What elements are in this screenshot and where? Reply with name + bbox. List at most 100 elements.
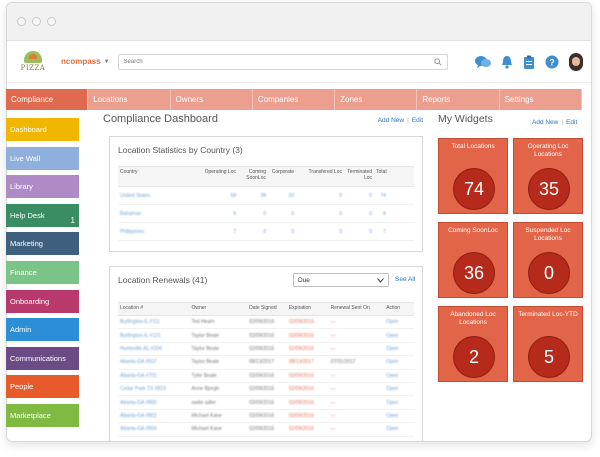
table-cell: 02/09/2016: [288, 386, 314, 393]
table-cell: Anne Bjorgh: [191, 386, 220, 393]
table-cell[interactable]: Atlanta-GA #800: [118, 398, 190, 408]
table-cell: —: [330, 332, 336, 339]
sidebar-item-admin[interactable]: Admin: [6, 318, 79, 342]
widgets-actions: Add New | Edit: [532, 119, 577, 126]
add-new-link[interactable]: Add New: [378, 117, 404, 124]
open-link[interactable]: Open: [384, 384, 414, 394]
tab-compliance[interactable]: Compliance: [6, 89, 89, 110]
chat-icon[interactable]: [475, 55, 491, 69]
table-cell[interactable]: Atlanta-GA #701: [118, 371, 190, 381]
open-link[interactable]: Open: [384, 398, 414, 408]
help-icon[interactable]: ?: [545, 55, 559, 69]
table-cell[interactable]: Atlanta-GA #804: [118, 424, 190, 434]
open-link[interactable]: Open: [384, 331, 414, 341]
tab-locations[interactable]: Locations: [88, 89, 171, 110]
window-minimize-dot[interactable]: [32, 17, 41, 26]
column-header: Coming SoonLoc: [246, 169, 266, 181]
sidebar-item-library[interactable]: Library: [6, 175, 79, 199]
table-cell[interactable]: Bahamas: [118, 209, 198, 219]
pizza-logo[interactable]: PIZZA: [17, 47, 49, 77]
search-input[interactable]: [123, 58, 434, 65]
location-stats-card: Location Statistics by Country (3) Count…: [109, 136, 423, 252]
widget-tile-terminated-loc-ytd[interactable]: Terminated Loc-YTD 5: [513, 306, 583, 382]
widget-tile-operating-loc-locations[interactable]: Operating Loc Locations 35: [513, 138, 583, 214]
clipboard-icon[interactable]: [523, 55, 535, 69]
column-header: Terminated Loc: [347, 169, 372, 181]
table-cell: 02/09/2016: [249, 412, 275, 419]
table-cell[interactable]: Burlington-IL #111: [118, 317, 190, 327]
tab-owners[interactable]: Owners: [170, 89, 253, 110]
table-cell[interactable]: Huntsville-AL #204: [118, 344, 190, 354]
sidebar-item-communications[interactable]: Communications: [6, 346, 79, 370]
table-cell: —: [330, 412, 336, 419]
column-header: Transfered Loc: [308, 169, 342, 175]
sidebar-item-people[interactable]: People: [6, 375, 79, 399]
sidebar-item-marketing[interactable]: Marketing: [6, 232, 79, 256]
column-header: Operating Loc: [204, 169, 236, 175]
open-link[interactable]: Open: [384, 424, 414, 434]
sidebar-item-onboarding[interactable]: Onboarding: [6, 289, 79, 313]
see-all-link[interactable]: See All: [395, 276, 415, 283]
widget-count: 5: [528, 336, 570, 378]
open-link[interactable]: Open: [384, 411, 414, 421]
location-renewals-title: Location Renewals (41): [118, 275, 208, 285]
open-link[interactable]: Open: [384, 344, 414, 354]
widget-label: Suspended Loc Locations: [525, 227, 571, 242]
my-widgets: My Widgets Add New | Edit Total Locations 7…: [438, 113, 584, 382]
table-cell[interactable]: Cedar Park-TX #810: [118, 384, 190, 394]
widgets-add-new-link[interactable]: Add New: [532, 119, 558, 126]
table-cell: 02/09/2016: [288, 412, 314, 419]
location-renewals-table: Location # Owner Date Signed Expiration Rene…: [118, 302, 414, 437]
table-cell: 0: [369, 228, 372, 235]
table-cell[interactable]: Burlington-IL #121: [118, 331, 190, 341]
logo-mark-icon: [24, 51, 42, 63]
chevron-down-icon: [377, 277, 384, 283]
table-cell[interactable]: United States: [118, 191, 198, 201]
sidebar-item-dashboard[interactable]: Dashboard: [6, 118, 79, 141]
tab-reports[interactable]: Reports: [417, 89, 500, 110]
sidebar-item-live-wall[interactable]: Live Wall: [6, 146, 79, 170]
widget-tile-abandoned-loc-locations[interactable]: Abandoned Loc Locations 2: [438, 306, 508, 382]
table-cell[interactable]: Atlanta-GA #507: [118, 357, 190, 367]
search-icon[interactable]: [433, 57, 442, 66]
widget-tile-coming-soonloc[interactable]: Coming SoonLoc 36: [438, 222, 508, 298]
widget-count: 0: [528, 252, 570, 294]
window-close-dot[interactable]: [17, 17, 26, 26]
logo-text: PIZZA: [20, 64, 46, 72]
table-cell[interactable]: Atlanta-GA #802: [118, 411, 190, 421]
widget-tile-suspended-loc-locations[interactable]: Suspended Loc Locations 0: [513, 222, 583, 298]
renewals-filter-select[interactable]: Due: [293, 273, 389, 287]
window-maximize-dot[interactable]: [47, 17, 56, 26]
widget-tile-total-locations[interactable]: Total Locations 74: [438, 138, 508, 214]
table-cell[interactable]: Philippines: [118, 227, 198, 237]
dashboard-header: Compliance Dashboard Add New | Edit: [103, 113, 423, 129]
tab-companies[interactable]: Companies: [252, 89, 336, 110]
table-cell: Taylor Beale: [191, 345, 220, 352]
table-cell: 0: [263, 228, 266, 235]
edit-link[interactable]: Edit: [412, 117, 423, 124]
bell-icon[interactable]: [501, 55, 513, 69]
table-cell: 02/09/2016: [249, 332, 275, 339]
sidebar-item-finance[interactable]: Finance: [6, 260, 79, 284]
open-link[interactable]: Open: [384, 371, 414, 381]
sidebar-item-help-desk[interactable]: Help Desk 1: [6, 203, 79, 227]
table-cell: 08/13/2017: [288, 359, 314, 366]
table-cell: 02/09/2016: [249, 372, 275, 379]
open-link[interactable]: Open: [384, 317, 414, 327]
table-row: Atlanta-GA #701 Tyler Beale 02/09/2016 02/0…: [118, 370, 414, 383]
search-box[interactable]: [117, 53, 448, 70]
widgets-edit-link[interactable]: Edit: [566, 119, 577, 126]
sidebar-item-label: Help Desk: [10, 210, 45, 220]
chevron-down-icon: ▼: [103, 58, 110, 65]
brand-switcher[interactable]: ncompass ▼: [61, 57, 110, 66]
table-cell: sadie adler: [191, 399, 216, 406]
column-header: Date Signed: [249, 305, 277, 311]
open-link[interactable]: Open: [384, 357, 414, 367]
table-cell: 7: [383, 228, 386, 235]
column-header: Expiration: [288, 305, 312, 311]
avatar[interactable]: [569, 52, 583, 71]
widget-label: Total Locations: [451, 143, 495, 150]
tab-zones[interactable]: Zones: [335, 89, 418, 110]
tab-settings[interactable]: Settings: [499, 89, 582, 110]
sidebar-item-marketplace[interactable]: Marketplace: [6, 403, 79, 427]
